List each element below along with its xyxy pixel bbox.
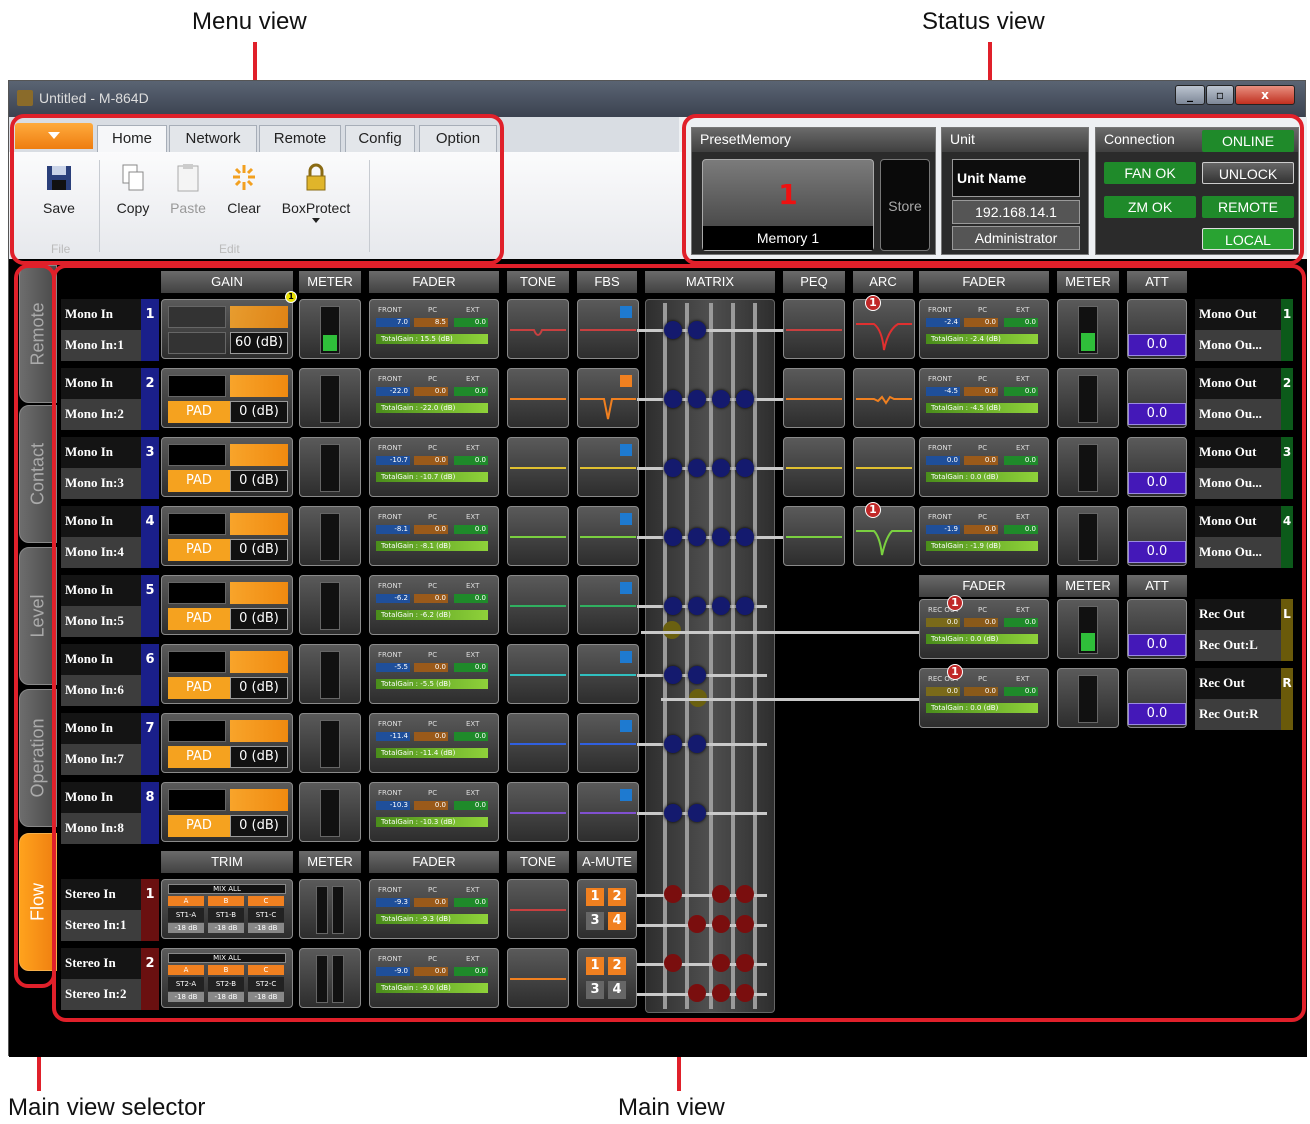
callout-status-view: Status view: [922, 8, 1045, 35]
highlight-main-view: [52, 264, 1306, 1022]
highlight-selector: [14, 264, 56, 988]
app-icon: [17, 90, 33, 106]
window-title: Untitled - M-864D: [39, 90, 149, 106]
close-button[interactable]: x: [1235, 85, 1295, 105]
callout-menu-view: Menu view: [192, 8, 307, 35]
highlight-status-view: [682, 114, 1304, 265]
callout-main-view: Main view: [618, 1094, 725, 1121]
callout-main-view-selector: Main view selector: [8, 1094, 206, 1121]
maximize-button[interactable]: ▫: [1206, 85, 1234, 105]
minimize-button[interactable]: _: [1175, 85, 1205, 105]
title-bar: Untitled - M-864D _ ▫ x: [9, 81, 1305, 117]
highlight-menu-view: [10, 114, 504, 265]
